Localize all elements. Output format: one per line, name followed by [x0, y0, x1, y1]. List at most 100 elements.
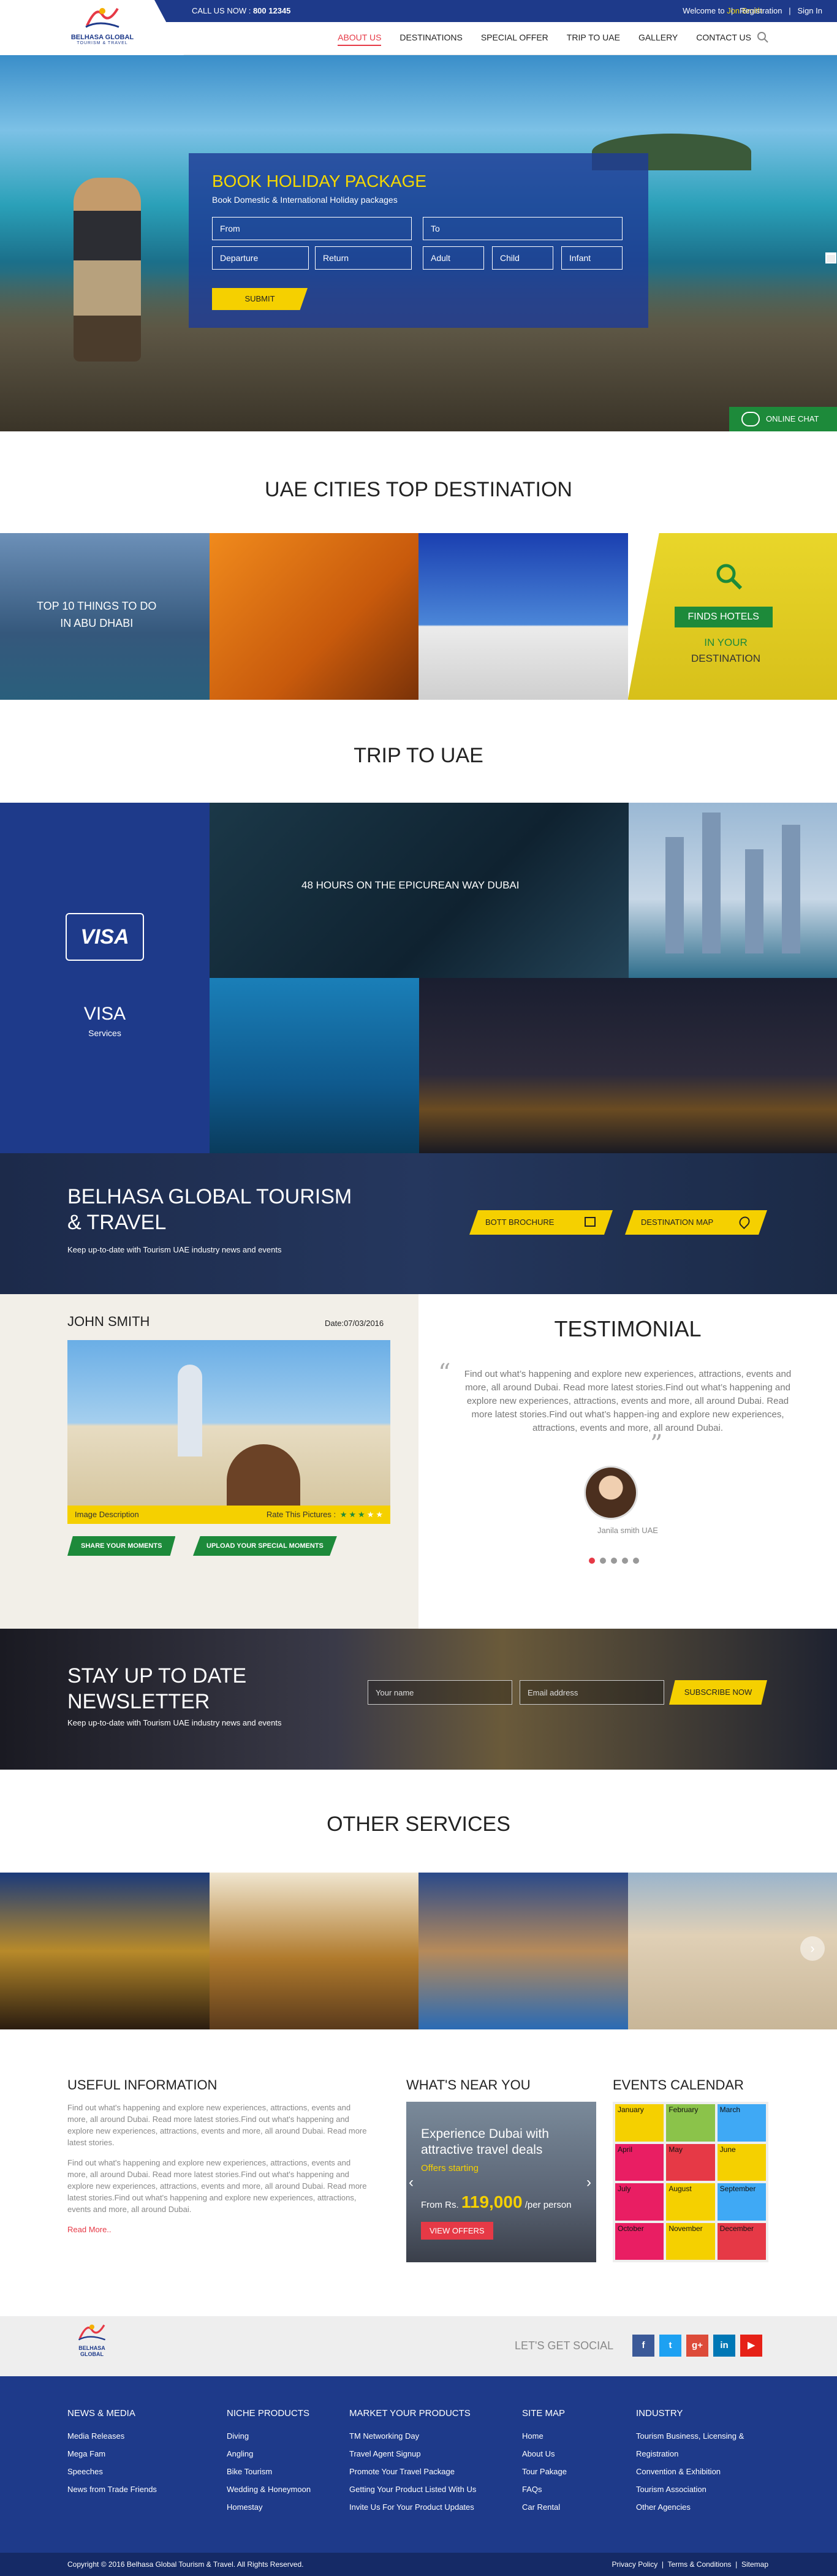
- slider-dot[interactable]: [622, 1558, 628, 1564]
- return-field[interactable]: Return: [315, 246, 412, 270]
- slider-dot[interactable]: [633, 1558, 639, 1564]
- resort-image[interactable]: [418, 1873, 628, 2029]
- calendar-month[interactable]: January: [615, 2104, 664, 2142]
- departure-field[interactable]: Departure: [212, 246, 309, 270]
- footer-link[interactable]: Wedding & Honeymoon: [227, 2480, 311, 2498]
- nav-special-offer[interactable]: SPECIAL OFFER: [481, 30, 548, 46]
- footer-link[interactable]: Diving: [227, 2427, 311, 2445]
- sign-in-link[interactable]: Sign In: [798, 6, 822, 15]
- aquarium-tile[interactable]: [210, 978, 419, 1153]
- footer-link[interactable]: FAQs: [522, 2480, 567, 2498]
- mosque-tile[interactable]: [418, 533, 628, 700]
- next-arrow-icon[interactable]: ›: [586, 2174, 591, 2191]
- from-field[interactable]: From: [212, 217, 412, 240]
- abu-dhabi-tile[interactable]: TOP 10 THINGS TO DO IN ABU DHABI: [0, 533, 210, 700]
- epicurean-tile[interactable]: 48 HOURS ON THE EPICUREAN WAY DUBAI: [210, 803, 629, 978]
- facebook-icon[interactable]: f: [632, 2335, 654, 2357]
- calendar-month[interactable]: December: [718, 2223, 766, 2260]
- near-you-card[interactable]: Experience Dubai with attractive travel …: [406, 2102, 596, 2262]
- youtube-icon[interactable]: ▶: [740, 2335, 762, 2357]
- terms-link[interactable]: Terms & Conditions: [667, 2560, 731, 2569]
- footer-link[interactable]: News from Trade Friends: [67, 2480, 157, 2498]
- subscribe-button[interactable]: SUBSCRIBE NOW: [669, 1680, 767, 1705]
- footer-link[interactable]: Media Releases: [67, 2427, 157, 2445]
- star-icon[interactable]: ★: [349, 1510, 356, 1519]
- brochure-button[interactable]: BOTT BROCHURE: [469, 1210, 613, 1235]
- rating-stars[interactable]: ★★★★★: [338, 1510, 383, 1519]
- child-field[interactable]: Child: [492, 246, 553, 270]
- slider-dot[interactable]: [600, 1558, 606, 1564]
- marina-tile[interactable]: [629, 803, 837, 978]
- calendar-month[interactable]: May: [666, 2144, 714, 2181]
- footer-link[interactable]: Speeches: [67, 2463, 157, 2480]
- calendar-month[interactable]: June: [718, 2144, 766, 2181]
- calendar-month[interactable]: October: [615, 2223, 664, 2260]
- rating[interactable]: Rate This Pictures : ★★★★★: [267, 1506, 383, 1524]
- registration-link[interactable]: Registration: [740, 6, 782, 15]
- search-icon[interactable]: [756, 31, 770, 44]
- star-icon[interactable]: ★: [367, 1510, 374, 1519]
- read-more-link[interactable]: Read More..: [67, 2225, 112, 2234]
- footer-link[interactable]: Homestay: [227, 2498, 311, 2516]
- star-icon[interactable]: ★: [376, 1510, 383, 1519]
- hotel-lobby-image[interactable]: [210, 1873, 419, 2029]
- star-icon[interactable]: ★: [340, 1510, 347, 1519]
- footer-link[interactable]: Home: [522, 2427, 567, 2445]
- visa-panel[interactable]: VISA VISA Services: [0, 803, 210, 1153]
- calendar-month[interactable]: February: [666, 2104, 714, 2142]
- calendar-month[interactable]: August: [666, 2183, 714, 2221]
- footer-link[interactable]: Tourism Association: [636, 2480, 744, 2498]
- google-plus-icon[interactable]: g+: [686, 2335, 708, 2357]
- mall-image[interactable]: [0, 1873, 210, 2029]
- site-logo[interactable]: BELHASA GLOBAL TOURISM & TRAVEL: [69, 2, 136, 51]
- infant-field[interactable]: Infant: [561, 246, 623, 270]
- upload-moments-button[interactable]: UPLOAD YOUR SPECIAL MOMENTS: [193, 1536, 337, 1556]
- email-input[interactable]: Email address: [520, 1680, 664, 1705]
- twitter-icon[interactable]: t: [659, 2335, 681, 2357]
- footer-link[interactable]: Angling: [227, 2445, 311, 2463]
- footer-link[interactable]: Tourism Business, Licensing &: [636, 2427, 744, 2445]
- calendar-month[interactable]: April: [615, 2144, 664, 2181]
- adult-field[interactable]: Adult: [423, 246, 484, 270]
- name-input[interactable]: Your name: [368, 1680, 512, 1705]
- footer-link[interactable]: Convention & Exhibition: [636, 2463, 744, 2480]
- prev-arrow-icon[interactable]: ‹: [409, 2174, 414, 2191]
- to-field[interactable]: To: [423, 217, 623, 240]
- beach-photo[interactable]: [67, 1340, 390, 1506]
- privacy-link[interactable]: Privacy Policy: [612, 2560, 658, 2569]
- footer-link[interactable]: TM Networking Day: [349, 2427, 476, 2445]
- footer-logo[interactable]: BELHASA GLOBAL: [67, 2319, 116, 2357]
- footer-link[interactable]: Registration: [636, 2445, 744, 2463]
- footer-link[interactable]: Travel Agent Signup: [349, 2445, 476, 2463]
- next-arrow-icon[interactable]: ›: [800, 1936, 825, 1961]
- online-chat-button[interactable]: ONLINE CHAT: [729, 407, 837, 431]
- footer-link[interactable]: Getting Your Product Listed With Us: [349, 2480, 476, 2498]
- calendar-month[interactable]: November: [666, 2223, 714, 2260]
- footer-link[interactable]: Mega Fam: [67, 2445, 157, 2463]
- nav-trip-to-uae[interactable]: TRIP TO UAE: [567, 30, 620, 46]
- footer-link[interactable]: Tour Pakage: [522, 2463, 567, 2480]
- calendar-month[interactable]: July: [615, 2183, 664, 2221]
- view-offers-button[interactable]: VIEW OFFERS: [421, 2222, 493, 2240]
- submit-button[interactable]: SUBMIT: [212, 288, 308, 310]
- linkedin-icon[interactable]: in: [713, 2335, 735, 2357]
- slider-dot[interactable]: [611, 1558, 617, 1564]
- share-moments-button[interactable]: SHARE YOUR MOMENTS: [67, 1536, 175, 1556]
- desert-tile[interactable]: [210, 533, 419, 700]
- nav-gallery[interactable]: GALLERY: [638, 30, 678, 46]
- nav-contact-us[interactable]: CONTACT US: [696, 30, 751, 46]
- star-icon[interactable]: ★: [358, 1510, 365, 1519]
- finds-hotels-tile[interactable]: FINDS HOTELS IN YOUR DESTINATION: [628, 533, 837, 700]
- slider-dot[interactable]: [589, 1558, 595, 1564]
- phone-number[interactable]: 800 12345: [253, 6, 290, 15]
- calendar-month[interactable]: March: [718, 2104, 766, 2142]
- nav-about-us[interactable]: ABOUT US: [338, 30, 381, 46]
- footer-link[interactable]: About Us: [522, 2445, 567, 2463]
- footer-link[interactable]: Bike Tourism: [227, 2463, 311, 2480]
- opera-house-tile[interactable]: [419, 978, 837, 1153]
- footer-link[interactable]: Other Agencies: [636, 2498, 744, 2516]
- nav-destinations[interactable]: DESTINATIONS: [400, 30, 462, 46]
- footer-link[interactable]: Car Rental: [522, 2498, 567, 2516]
- sitemap-link[interactable]: Sitemap: [741, 2560, 768, 2569]
- footer-link[interactable]: Invite Us For Your Product Updates: [349, 2498, 476, 2516]
